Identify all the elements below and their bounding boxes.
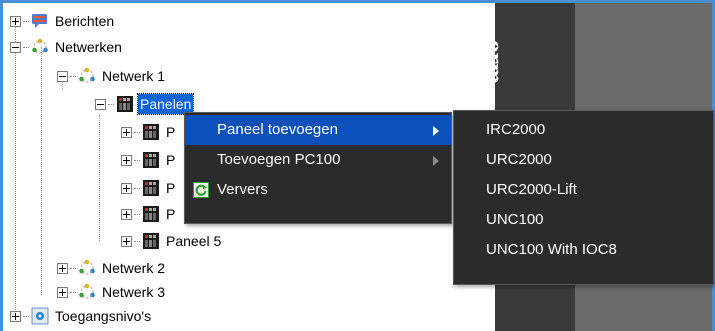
tree-node-label: P (166, 180, 176, 196)
tree-node-label: Netwerk 3 (102, 284, 166, 300)
tree-node-netwerk-2[interactable]: Netwerk 2 (57, 257, 167, 279)
tree-node-label: P (166, 206, 176, 222)
tree-connector (23, 20, 29, 22)
tree-connector (23, 46, 29, 48)
menu-item-toevoegen-pc100[interactable]: Toevoegen PC100 (185, 145, 451, 175)
refresh-icon (193, 182, 209, 198)
submenu-paneel-toevoegen: IRC2000 URC2000 URC2000-Lift UNC100 UNC1… (453, 110, 714, 285)
tree-node-label: P (166, 152, 176, 168)
menu-item-label: URC2000-Lift (486, 181, 577, 198)
tree-node-label: Netwerk 2 (102, 260, 166, 276)
panel-icon (116, 95, 134, 113)
network-icon (78, 283, 96, 301)
network-icon (78, 67, 96, 85)
tree-node-netwerk-3[interactable]: Netwerk 3 (57, 281, 167, 303)
tree-node-toegangsnivos[interactable]: Toegangsnivo's (10, 305, 153, 327)
tree-node-label: P (166, 124, 176, 140)
side-panel-title: erm (483, 40, 507, 85)
menu-item-label: UNC100 With IOC8 (486, 241, 617, 258)
submenu-arrow-icon (433, 156, 439, 166)
tree-node-netwerken[interactable]: Netwerken (10, 36, 124, 58)
tree-connector (23, 315, 29, 317)
menu-item-label: Paneel toevoegen (217, 121, 338, 138)
submenu-item-irc2000[interactable]: IRC2000 (454, 115, 713, 145)
menu-item-label: Ververs (217, 181, 268, 198)
tree-node-paneel-5[interactable]: Paneel 5 (121, 230, 223, 252)
tree-node-label: Panelen (136, 93, 195, 115)
expand-icon[interactable] (121, 126, 132, 138)
tree-node-berichten[interactable]: Berichten (10, 10, 116, 32)
tree-connector (134, 159, 140, 161)
expand-icon[interactable] (10, 15, 21, 27)
tree-guide-netwerken (41, 47, 42, 295)
tree-node-netwerk-1[interactable]: Netwerk 1 (57, 65, 167, 87)
tree-guide-root (15, 25, 16, 318)
collapse-icon[interactable] (10, 41, 21, 53)
panel-icon (142, 205, 160, 223)
submenu-item-urc2000-lift[interactable]: URC2000-Lift (454, 175, 713, 205)
tree-connector (134, 131, 140, 133)
network-icon (78, 259, 96, 277)
tree-node-panel-1[interactable]: P (121, 121, 177, 143)
menu-item-label: IRC2000 (486, 121, 546, 138)
tree-connector (134, 240, 140, 242)
tree-node-label: Berichten (55, 13, 115, 29)
tree-connector (134, 213, 140, 215)
tree-node-panel-3[interactable]: P (121, 177, 177, 199)
tree-node-label: Paneel 5 (166, 233, 222, 249)
tree-guide-panelen (99, 115, 100, 241)
expand-icon[interactable] (57, 286, 68, 298)
expand-icon[interactable] (121, 182, 132, 194)
submenu-item-unc100[interactable]: UNC100 (454, 205, 713, 235)
tree-node-label: Netwerk 1 (102, 68, 166, 84)
expand-icon[interactable] (57, 262, 68, 274)
menu-item-ververs[interactable]: Ververs (185, 175, 451, 205)
expand-icon[interactable] (121, 154, 132, 166)
menu-item-label: UNC100 (486, 211, 544, 228)
context-menu: Paneel toevoegen Toevoegen PC100 Ververs (184, 112, 452, 224)
submenu-item-unc100-with-ioc8[interactable]: UNC100 With IOC8 (454, 235, 713, 265)
tree-connector (108, 103, 114, 105)
menu-item-paneel-toevoegen[interactable]: Paneel toevoegen (185, 115, 451, 145)
panel-icon (142, 232, 160, 250)
expand-icon[interactable] (121, 208, 132, 220)
tree-connector (70, 267, 76, 269)
submenu-arrow-icon (433, 126, 439, 136)
tree-node-label: Toegangsnivo's (55, 308, 152, 324)
tree-connector (134, 187, 140, 189)
menu-item-label: Toevoegen PC100 (217, 151, 341, 168)
submenu-item-urc2000[interactable]: URC2000 (454, 145, 713, 175)
tree-node-panelen[interactable]: Panelen (95, 93, 195, 115)
tree-connector (70, 291, 76, 293)
tree-node-panel-4[interactable]: P (121, 203, 177, 225)
tree-node-panel-2[interactable]: P (121, 149, 177, 171)
menu-item-label: URC2000 (486, 151, 552, 168)
tree-connector (70, 75, 76, 77)
access-level-icon (31, 307, 49, 325)
message-icon (31, 12, 49, 30)
collapse-icon[interactable] (57, 70, 68, 82)
expand-icon[interactable] (121, 235, 132, 247)
network-icon (31, 38, 49, 56)
tree-node-label: Netwerken (55, 39, 122, 55)
panel-icon (142, 179, 160, 197)
expand-icon[interactable] (10, 310, 21, 322)
panel-icon (142, 123, 160, 141)
collapse-icon[interactable] (95, 98, 106, 110)
panel-icon (142, 151, 160, 169)
